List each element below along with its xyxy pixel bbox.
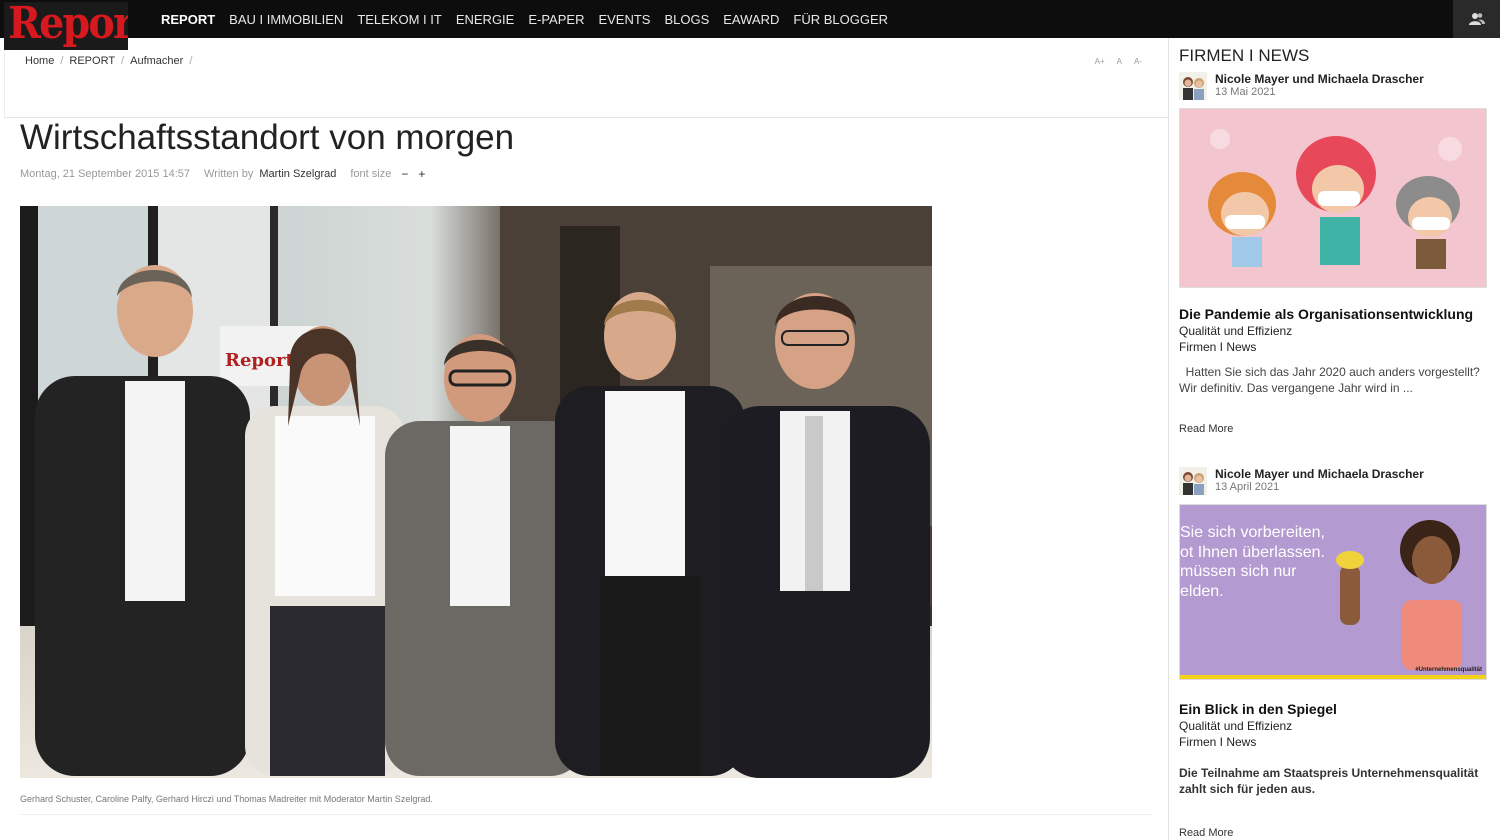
cartoon-masks-image — [1180, 109, 1486, 287]
group-photo-image: Report — [20, 206, 932, 778]
breadcrumb-bar: Home / REPORT / Aufmacher / A+ A A- — [4, 38, 1168, 118]
logo-text: Report — [8, 2, 128, 49]
article-title: Wirtschaftsstandort von morgen — [20, 118, 515, 157]
user-group-icon — [1468, 13, 1485, 25]
post-category[interactable]: Qualität und Effizienz — [1179, 719, 1292, 733]
post-date: 13 Mai 2021 — [1215, 86, 1276, 98]
sidebar-title[interactable]: FIRMEN I NEWS — [1179, 46, 1309, 66]
post-date: 13 April 2021 — [1215, 481, 1280, 493]
nav-item-energie[interactable]: ENERGIE — [449, 12, 522, 27]
font-size-label: font size — [350, 168, 392, 180]
sidebar-firmen-news: FIRMEN I NEWS Nicole Mayer und Michaela … — [1168, 38, 1500, 840]
nav-item-blogs[interactable]: BLOGS — [657, 12, 716, 27]
article-meta: Montag, 21 September 2015 14:57 Written … — [20, 167, 425, 181]
nav-item-events[interactable]: EVENTS — [591, 12, 657, 27]
post-image-spiegel[interactable]: Sie sich vorbereiten, ot Ihnen überlasse… — [1179, 504, 1487, 680]
breadcrumb-separator: / — [189, 55, 193, 67]
divider — [20, 814, 1152, 815]
post-headline[interactable]: Die Pandemie als Organisationsentwicklun… — [1179, 306, 1473, 322]
breadcrumb-home[interactable]: Home — [25, 55, 54, 67]
font-size-controls: A+ A A- — [1095, 57, 1142, 66]
post-section[interactable]: Firmen I News — [1179, 735, 1256, 749]
breadcrumb-aufmacher[interactable]: Aufmacher — [130, 55, 183, 67]
article-date: Montag, 21 September 2015 14:57 — [20, 168, 191, 180]
post-author-block: Nicole Mayer und Michaela Drascher 13 Ap… — [1179, 467, 1424, 495]
post-section[interactable]: Firmen I News — [1179, 340, 1256, 354]
banner-hashtag: #Unternehmensqualität — [1415, 667, 1482, 673]
user-login-button[interactable] — [1453, 0, 1500, 38]
nav-item-telekom-it[interactable]: TELEKOM I IT — [350, 12, 449, 27]
post-category[interactable]: Qualität und Effizienz — [1179, 324, 1292, 338]
banner-line: müssen sich nur — [1180, 563, 1297, 580]
breadcrumb-report[interactable]: REPORT — [69, 55, 115, 67]
nav-item-e-paper[interactable]: E-PAPER — [521, 12, 591, 27]
nav-item-bau-immobilien[interactable]: BAU I IMMOBILIEN — [222, 12, 350, 27]
read-more-link[interactable]: Read More — [1179, 423, 1233, 435]
article-photo: Report — [20, 206, 932, 778]
breadcrumb-separator: / — [60, 55, 64, 67]
main-nav: REPORT BAU I IMMOBILIEN TELEKOM I IT ENE… — [154, 0, 895, 38]
post-author-name[interactable]: Nicole Mayer und Michaela Drascher — [1215, 467, 1424, 481]
breadcrumb: Home / REPORT / Aufmacher / — [25, 55, 198, 67]
banner-text: Sie sich vorbereiten, ot Ihnen überlasse… — [1180, 523, 1325, 601]
article-author-link[interactable]: Martin Szelgrad — [259, 168, 336, 180]
written-by-label: Written by — [204, 168, 254, 180]
author-avatar[interactable] — [1179, 72, 1207, 100]
nav-item-eaward[interactable]: EAWARD — [716, 12, 786, 27]
post-author-block: Nicole Mayer und Michaela Drascher 13 Ma… — [1179, 72, 1424, 100]
post-author-name[interactable]: Nicole Mayer und Michaela Drascher — [1215, 72, 1424, 86]
font-increase-button[interactable]: A+ — [1095, 57, 1105, 66]
nav-item-fuer-blogger[interactable]: FÜR BLOGGER — [786, 12, 895, 27]
report-logo[interactable]: Report — [4, 2, 128, 50]
breadcrumb-separator: / — [121, 55, 125, 67]
photo-caption: Gerhard Schuster, Caroline Palfy, Gerhar… — [20, 794, 433, 804]
font-size-minus-button[interactable]: − — [401, 167, 408, 181]
font-reset-button[interactable]: A — [1117, 57, 1122, 66]
read-more-link[interactable]: Read More — [1179, 827, 1233, 839]
post-excerpt: Die Teilnahme am Staatspreis Unternehmen… — [1179, 766, 1479, 796]
author-avatar[interactable] — [1179, 467, 1207, 495]
nav-item-report[interactable]: REPORT — [154, 12, 222, 27]
post-headline[interactable]: Ein Blick in den Spiegel — [1179, 701, 1337, 717]
font-decrease-button[interactable]: A- — [1134, 57, 1142, 66]
svg-text:Report: Report — [225, 350, 294, 371]
font-size-plus-button[interactable]: + — [418, 167, 425, 181]
banner-line: Sie sich vorbereiten, — [1180, 524, 1325, 541]
top-navigation-bar: REPORT BAU I IMMOBILIEN TELEKOM I IT ENE… — [0, 0, 1500, 38]
main-content: Home / REPORT / Aufmacher / A+ A A- Wirt… — [0, 38, 1168, 840]
post-image-pandemie[interactable] — [1179, 108, 1487, 288]
banner-line: elden. — [1180, 582, 1224, 600]
post-excerpt: Hatten Sie sich das Jahr 2020 auch ander… — [1179, 365, 1484, 395]
banner-line: ot Ihnen überlassen. — [1180, 543, 1325, 561]
